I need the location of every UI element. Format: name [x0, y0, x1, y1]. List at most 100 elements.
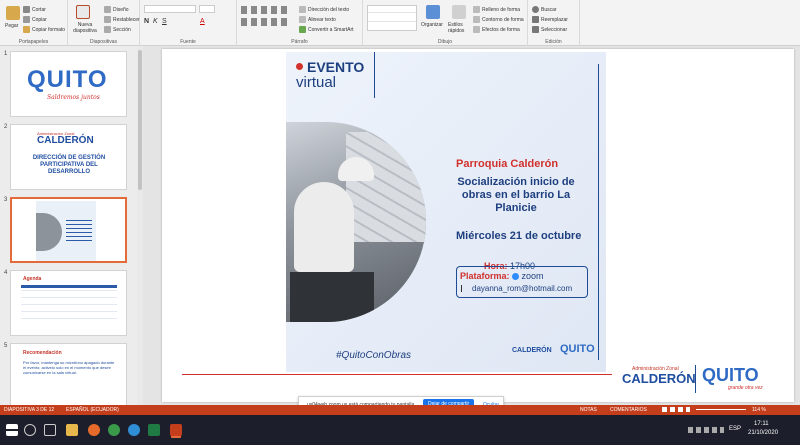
arrange-button[interactable]: Organizar	[421, 22, 443, 28]
thumb-number: 1	[4, 51, 8, 57]
zoom-slider[interactable]	[696, 409, 746, 410]
thumb-number: 3	[4, 197, 8, 203]
arrange-icon[interactable]	[426, 5, 440, 19]
reset-icon	[104, 16, 111, 23]
slide-thumbnail-3[interactable]	[10, 197, 127, 263]
poster-email: dayanna_rom@hotmail.com	[472, 284, 573, 293]
replace-label: Reemplazar	[541, 16, 568, 23]
windows-start-icon[interactable]	[6, 424, 18, 436]
copy-button[interactable]: Copiar	[23, 16, 47, 23]
search-icon[interactable]	[24, 424, 36, 436]
file-explorer-icon[interactable]	[66, 424, 78, 436]
bold-button[interactable]: N	[144, 18, 149, 25]
poster-headline: Socialización inicio de obras en el barr…	[457, 176, 575, 214]
alignment-buttons[interactable]	[241, 18, 291, 26]
paste-button[interactable]: Pegar	[5, 23, 18, 29]
find-button[interactable]: Buscar	[532, 6, 557, 13]
shape-effects-button[interactable]: Efectos de forma	[473, 26, 520, 33]
copy-label: Copiar	[32, 16, 47, 23]
shape-fill-label: Relleno de forma	[482, 6, 521, 13]
slide-thumbnails-pane: 1 QUITO Saldremos juntos 2 Administració…	[0, 46, 138, 405]
slide-thumbnail-2[interactable]: Administración Zonal CALDERÓN DIRECCIÓN …	[10, 124, 127, 190]
comments-button[interactable]: COMENTARIOS	[610, 407, 647, 413]
fill-icon	[473, 6, 480, 13]
language-indicator[interactable]: ESPAÑOL (ECUADOR)	[66, 407, 119, 413]
slide-counter: DIAPOSITIVA 3 DE 12	[4, 407, 55, 413]
quick-styles-button[interactable]: Estilos rápidos	[448, 22, 470, 34]
layout-button[interactable]: Diseño	[104, 6, 129, 13]
thumb-number: 4	[4, 270, 8, 276]
current-slide[interactable]: EVENTO virtual Parroquia Calderón Social…	[162, 49, 794, 402]
excel-icon[interactable]	[148, 424, 160, 436]
footer-tagline: grande otra vez	[728, 385, 763, 391]
font-family-box[interactable]	[144, 5, 196, 13]
drawing-group: Organizar Estilos rápidos Relleno de for…	[363, 0, 528, 46]
footer-logo-divider	[695, 365, 696, 393]
status-bar: DIAPOSITIVA 3 DE 12 ESPAÑOL (ECUADOR) NO…	[0, 405, 800, 415]
format-label: Copiar formato	[32, 26, 66, 33]
align-text-label: Alinear texto	[308, 16, 336, 23]
select-button[interactable]: Seleccionar	[532, 26, 567, 33]
format-painter-button[interactable]: Copiar formato	[23, 26, 65, 33]
thumb-zone: CALDERÓN	[37, 135, 94, 146]
section-button[interactable]: Sección	[104, 26, 131, 33]
cut-button[interactable]: Cortar	[23, 6, 46, 13]
replace-button[interactable]: Reemplazar	[532, 16, 568, 23]
replace-icon	[532, 16, 539, 23]
new-slide-button[interactable]: Nueva diapositiva	[70, 22, 100, 34]
new-slide-icon[interactable]	[76, 5, 90, 19]
quito-logo: QUITO	[27, 66, 108, 93]
slide-thumbnail-5[interactable]: Recomendación Por favor, mantenga su mic…	[10, 343, 127, 405]
text-cursor-icon	[461, 285, 462, 292]
italic-button[interactable]: K	[153, 18, 158, 25]
bullets-button[interactable]	[241, 6, 291, 14]
smartart-button[interactable]: Convertir a SmartArt	[299, 26, 354, 33]
cursor-icon	[532, 26, 539, 33]
paragraph-label: Párrafo	[291, 39, 308, 45]
taskbar: ESP 17:11 21/10/2020	[0, 415, 800, 445]
font-color-button[interactable]: A	[200, 18, 205, 25]
shape-fill-button[interactable]: Relleno de forma	[473, 6, 520, 13]
slide-canvas: EVENTO virtual Parroquia Calderón Social…	[143, 46, 800, 405]
reset-button[interactable]: Restablecer	[104, 16, 140, 23]
slide-thumbnail-4[interactable]: Agenda	[10, 270, 127, 336]
thumb-recommend-title: Recomendación	[23, 350, 62, 356]
shapes-gallery[interactable]	[367, 5, 417, 31]
font-group: N K S A Fuente	[140, 0, 237, 46]
underline-button[interactable]: S	[162, 18, 167, 25]
powerpoint-icon[interactable]	[170, 424, 182, 436]
clock-date[interactable]: 21/10/2020	[748, 430, 778, 436]
zoom-level[interactable]: 114 %	[752, 407, 766, 413]
section-icon	[104, 26, 111, 33]
font-label: Fuente	[180, 39, 196, 45]
view-buttons[interactable]	[662, 407, 690, 412]
thumb-number: 5	[4, 343, 8, 349]
ribbon: Pegar Cortar Copiar Copiar formato Porta…	[0, 0, 800, 46]
font-size-box[interactable]	[199, 5, 215, 13]
thumb-recommend-body: Por favor, mantenga su micrófono apagado…	[23, 360, 115, 375]
text-direction-button[interactable]: Dirección del texto	[299, 6, 349, 13]
quick-styles-icon[interactable]	[452, 5, 466, 19]
tray-icons[interactable]	[688, 427, 724, 433]
brush-icon	[23, 26, 30, 33]
align-text-icon	[299, 16, 306, 23]
slide-thumbnail-1[interactable]: QUITO Saldremos juntos	[10, 51, 127, 117]
firefox-icon[interactable]	[88, 424, 100, 436]
align-text-button[interactable]: Alinear texto	[299, 16, 336, 23]
stone-blocks	[346, 132, 426, 242]
edge-icon[interactable]	[128, 424, 140, 436]
footer-zone-logo: CALDERÓN	[622, 371, 696, 386]
notes-button[interactable]: NOTAS	[580, 407, 597, 413]
poster-hashtag: #QuitoConObras	[336, 350, 412, 361]
copy-icon	[23, 16, 30, 23]
shape-outline-button[interactable]: Contorno de forma	[473, 16, 524, 23]
language-tray[interactable]: ESP	[729, 426, 741, 432]
clock-time[interactable]: 17:11	[754, 421, 769, 427]
scrollbar-thumb[interactable]	[138, 50, 142, 190]
paste-icon[interactable]	[6, 6, 20, 20]
text-direction-icon	[299, 6, 306, 13]
task-view-icon[interactable]	[44, 424, 56, 436]
worker-pants	[290, 272, 374, 322]
chrome-icon[interactable]	[108, 424, 120, 436]
red-dot	[296, 63, 303, 70]
